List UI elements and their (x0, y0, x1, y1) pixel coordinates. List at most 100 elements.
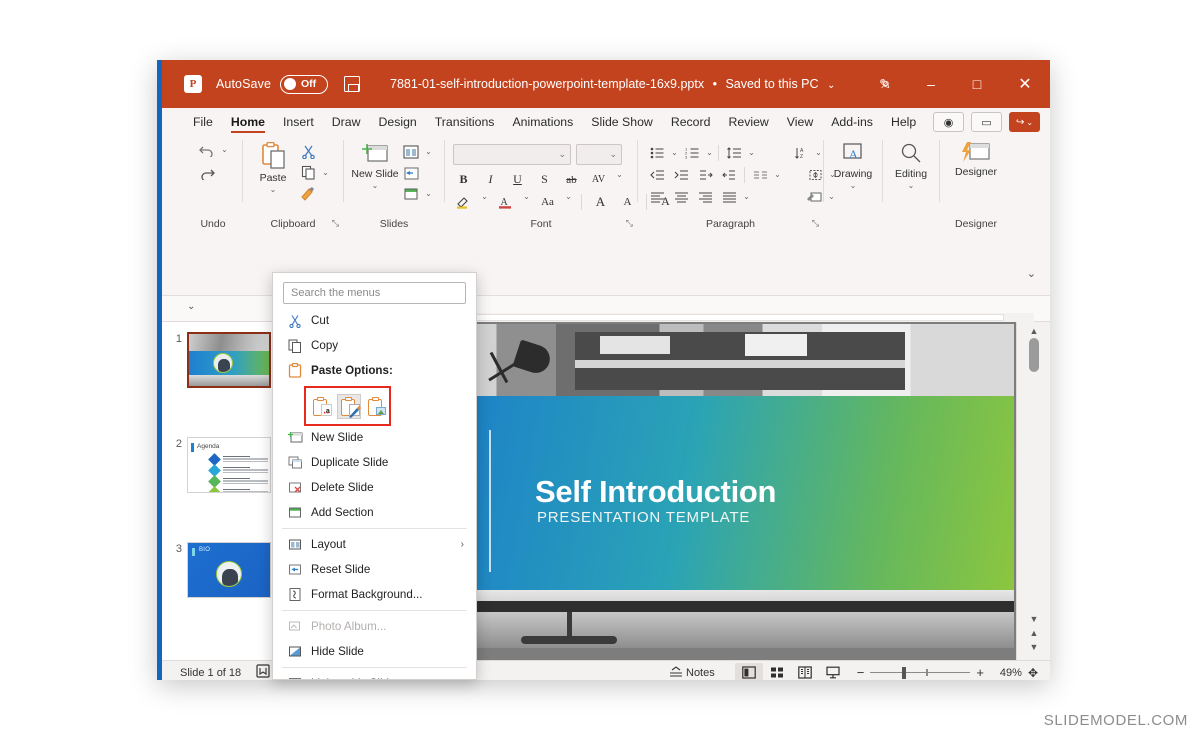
menu-item-add-section[interactable]: Add Section (273, 500, 476, 525)
menu-item-layout[interactable]: Layout › (273, 532, 476, 557)
scrollbar-bottom-controls[interactable]: ▼ ▲ ▼ (1026, 612, 1042, 654)
character-spacing-caret-icon[interactable]: ⌄ (615, 170, 624, 189)
maximize-button[interactable]: □ (954, 60, 1000, 108)
bullets-button[interactable] (646, 143, 668, 162)
text-highlight-caret-icon[interactable]: ⌄ (480, 192, 489, 211)
bullets-caret-icon[interactable]: ⌄ (670, 148, 679, 157)
tab-transitions[interactable]: Transitions (426, 108, 504, 136)
scrollbar-thumb[interactable] (1029, 338, 1039, 372)
vertical-scrollbar[interactable]: ▲ ▼ ▲ ▼ (1016, 322, 1050, 660)
document-title[interactable]: 7881-01-self-introduction-powerpoint-tem… (390, 77, 835, 91)
paste-keep-source-formatting-button[interactable] (336, 393, 362, 419)
paste-options-group[interactable]: a •• (304, 386, 391, 426)
tab-file[interactable]: File (184, 108, 222, 136)
align-right-button[interactable] (694, 187, 716, 206)
close-button[interactable]: ✕ (1000, 60, 1050, 108)
autosave-toggle[interactable]: Off (280, 74, 329, 94)
paragraph-dialog-launcher[interactable]: ⤡ (812, 218, 819, 229)
italic-button[interactable]: I (480, 170, 501, 189)
chevron-down-icon[interactable]: ⌄ (827, 80, 835, 91)
change-case-caret-icon[interactable]: ⌄ (564, 192, 573, 211)
underline-button[interactable]: U (507, 170, 528, 189)
right-to-left-button[interactable] (718, 165, 740, 184)
accessibility-icon[interactable] (255, 664, 271, 680)
menu-item-reset-slide[interactable]: Reset Slide (273, 557, 476, 582)
thumbnail-item-2[interactable]: 2 Agenda (166, 437, 271, 493)
align-center-button[interactable] (670, 187, 692, 206)
ribbon-collapse-caret-icon[interactable]: ⌄ (1027, 267, 1036, 280)
reset-slide-button[interactable] (400, 163, 422, 182)
designer-button[interactable]: Designer (946, 140, 1006, 179)
zoom-out-button[interactable]: − (857, 665, 865, 680)
editing-caret-icon[interactable]: ⌄ (907, 181, 916, 190)
increase-indent-button[interactable] (670, 165, 692, 184)
editing-button[interactable]: Editing ⌄ (889, 140, 933, 190)
slide-sorter-button[interactable] (763, 663, 791, 680)
undo-caret-icon[interactable]: ⌄ (220, 145, 229, 154)
new-slide-button[interactable]: New Slide ⌄ (350, 140, 400, 190)
change-case-button[interactable]: Aa (537, 192, 558, 211)
scrollbar-track[interactable]: ▲ (1026, 326, 1042, 596)
minimize-button[interactable]: – (908, 60, 954, 108)
drawing-button[interactable]: A Drawing ⌄ (830, 140, 876, 190)
slide-counter[interactable]: Slide 1 of 18 (180, 667, 241, 679)
section-caret-icon[interactable]: ⌄ (424, 189, 433, 198)
thumbnail-slide-1[interactable] (187, 332, 271, 388)
line-spacing-button[interactable] (723, 143, 745, 162)
text-highlight-button[interactable] (453, 192, 474, 211)
section-button[interactable] (400, 184, 422, 203)
menu-item-format-background[interactable]: Format Background... (273, 582, 476, 607)
drawing-caret-icon[interactable]: ⌄ (849, 181, 858, 190)
normal-view-button[interactable] (734, 663, 763, 680)
thumbnail-item-3[interactable]: 3 BIO (166, 542, 271, 598)
record-button[interactable]: ◉ (933, 112, 964, 132)
menu-item-cut[interactable]: Cut (273, 308, 476, 333)
strikethrough-button[interactable]: ab (561, 170, 582, 189)
paste-destination-theme-button[interactable]: a •• (309, 394, 334, 419)
align-left-button[interactable] (646, 187, 668, 206)
tab-animations[interactable]: Animations (503, 108, 582, 136)
columns-caret-icon[interactable]: ⌄ (773, 170, 782, 179)
menu-item-link-to-this-slide[interactable]: Link to this Slide (273, 671, 476, 679)
tab-insert[interactable]: Insert (274, 108, 323, 136)
format-painter-button[interactable] (297, 184, 319, 203)
font-size-input[interactable]: ⌄ (576, 144, 622, 165)
paste-button[interactable]: Paste ⌄ (249, 140, 297, 194)
tab-review[interactable]: Review (719, 108, 777, 136)
search-menus-input[interactable]: Search the menus (283, 282, 466, 304)
thumbnail-slide-3[interactable]: BIO (187, 542, 271, 598)
splitter-bar[interactable] (404, 314, 1004, 321)
copy-button[interactable] (297, 163, 319, 182)
previous-slide-icon[interactable]: ▲ (1026, 626, 1042, 640)
undo-button[interactable] (196, 140, 218, 159)
save-icon[interactable] (344, 76, 361, 92)
clipboard-dialog-launcher[interactable]: ⤡ (332, 218, 339, 229)
new-slide-caret-icon[interactable]: ⌄ (371, 181, 380, 190)
tab-help[interactable]: Help (882, 108, 925, 136)
convert-to-smartart-button[interactable] (803, 187, 825, 206)
text-direction-caret-icon[interactable]: ⌄ (814, 148, 823, 157)
text-shadow-button[interactable]: S (534, 170, 555, 189)
menu-item-delete-slide[interactable]: Delete Slide (273, 475, 476, 500)
fit-to-window-icon[interactable]: ✥ (1028, 666, 1038, 680)
character-spacing-button[interactable]: AV (588, 170, 609, 189)
justify-button[interactable] (718, 187, 740, 206)
tab-slide-show[interactable]: Slide Show (582, 108, 662, 136)
thumbnail-item-1[interactable]: 1 (166, 332, 271, 388)
menu-item-new-slide[interactable]: New Slide (273, 425, 476, 450)
redo-button[interactable] (196, 163, 218, 182)
zoom-control[interactable]: − + 49% ✥ (857, 665, 1038, 680)
pen-icon[interactable]: ✎ (862, 60, 908, 108)
paste-caret-icon[interactable]: ⌄ (269, 185, 278, 194)
paste-picture-button[interactable] (364, 394, 389, 419)
zoom-percent-label[interactable]: 49% (990, 667, 1022, 679)
font-color-caret-icon[interactable]: ⌄ (522, 192, 531, 211)
zoom-slider-track[interactable] (870, 666, 971, 679)
font-dialog-launcher[interactable]: ⤡ (626, 218, 633, 229)
reading-view-button[interactable] (791, 663, 819, 680)
decrease-font-size-button[interactable]: A (617, 192, 638, 211)
font-color-button[interactable]: A (495, 192, 516, 211)
tab-home[interactable]: Home (222, 108, 274, 136)
layout-button[interactable] (400, 142, 422, 161)
thumbnail-slide-2[interactable]: Agenda (187, 437, 271, 493)
